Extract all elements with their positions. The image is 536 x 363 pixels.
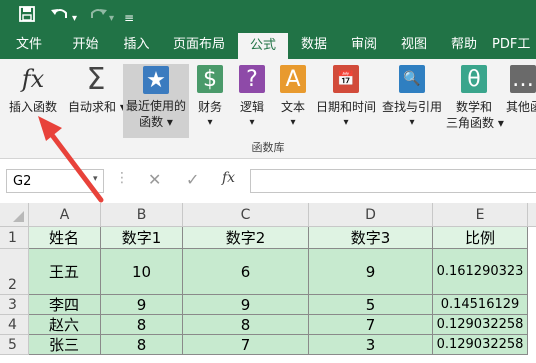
annotation-arrow [38,116,104,203]
